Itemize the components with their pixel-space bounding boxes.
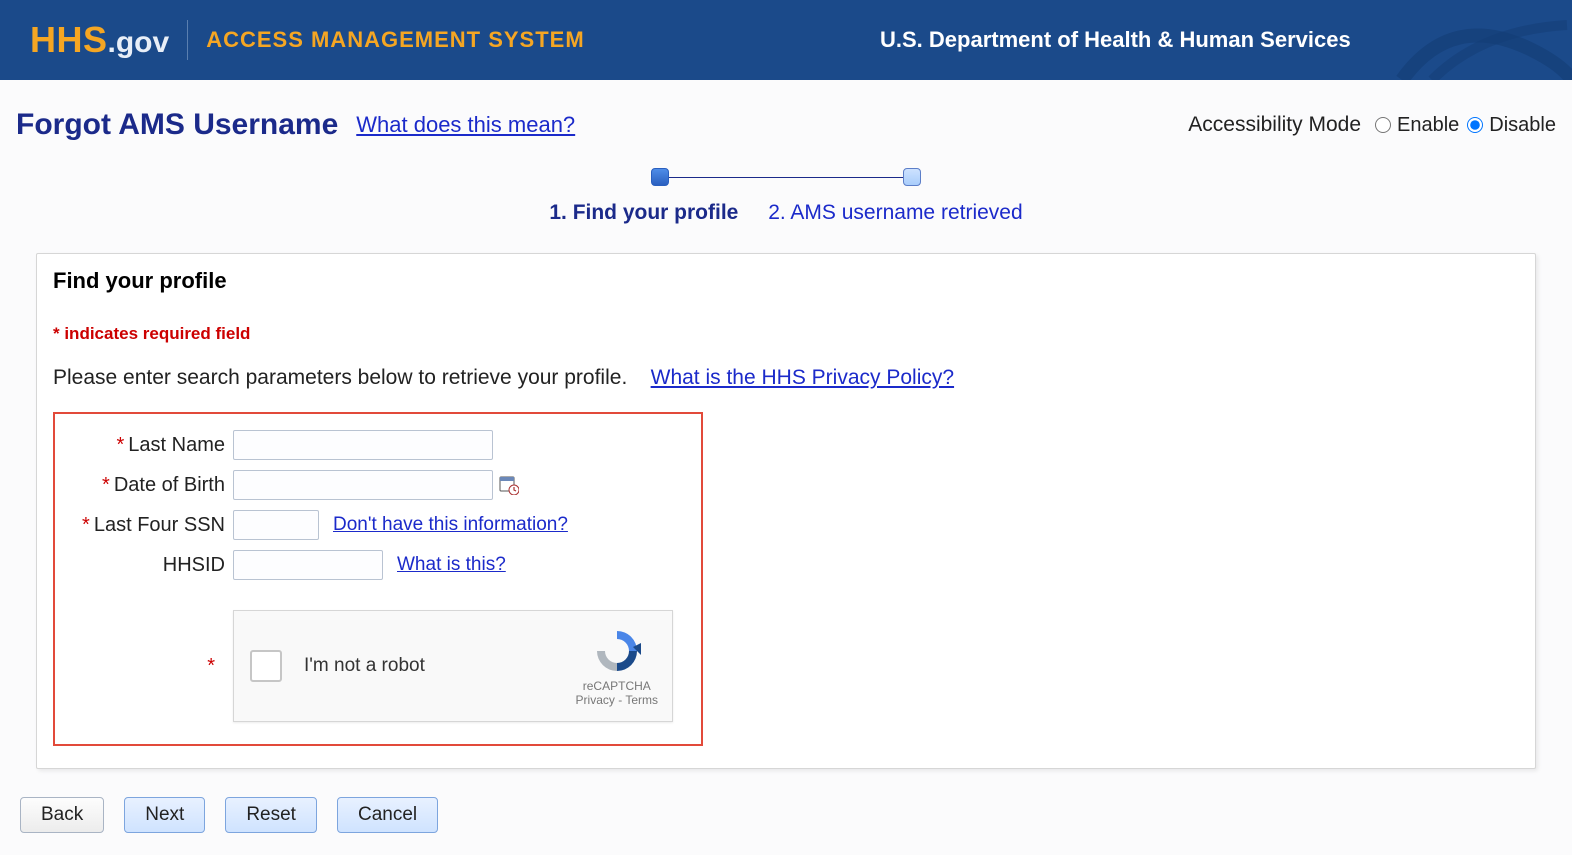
title-row: Forgot AMS Username What does this mean?… bbox=[0, 80, 1572, 150]
cancel-button[interactable]: Cancel bbox=[337, 797, 438, 833]
instruction-row: Please enter search parameters below to … bbox=[53, 366, 1519, 390]
step-2-label: 2. AMS username retrieved bbox=[768, 201, 1022, 224]
app-name: ACCESS MANAGEMENT SYSTEM bbox=[206, 27, 584, 53]
accessibility-enable-radio[interactable] bbox=[1375, 117, 1391, 133]
last-name-label: *Last Name bbox=[73, 434, 233, 457]
hhsid-help-link[interactable]: What is this? bbox=[397, 554, 506, 576]
instruction-text: Please enter search parameters below to … bbox=[53, 366, 627, 389]
hhsid-input[interactable] bbox=[233, 550, 383, 580]
last-name-row: *Last Name bbox=[73, 428, 683, 462]
step-node-1 bbox=[651, 168, 669, 186]
step-track bbox=[651, 168, 921, 188]
panel-title: Find your profile bbox=[53, 268, 1519, 294]
captcha-row: * I'm not a robot reCAPTCHA Privacy - Te… bbox=[73, 610, 683, 722]
recaptcha-brand-text: reCAPTCHA bbox=[576, 679, 658, 693]
hhsid-label: HHSID bbox=[73, 554, 233, 577]
accessibility-disable-option[interactable]: Disable bbox=[1467, 114, 1556, 137]
ssn-help-link[interactable]: Don't have this information? bbox=[333, 514, 568, 536]
recaptcha-branding: reCAPTCHA Privacy - Terms bbox=[576, 625, 658, 707]
department-name: U.S. Department of Health & Human Servic… bbox=[880, 27, 1351, 53]
recaptcha-widget[interactable]: I'm not a robot reCAPTCHA Privacy - Term… bbox=[233, 610, 673, 722]
next-button[interactable]: Next bbox=[124, 797, 205, 833]
last-name-input[interactable] bbox=[233, 430, 493, 460]
ssn-input[interactable] bbox=[233, 510, 319, 540]
recaptcha-logo-icon bbox=[576, 625, 658, 677]
find-profile-panel: Find your profile * indicates required f… bbox=[36, 253, 1536, 769]
step-labels: 1. Find your profile 2. AMS username ret… bbox=[0, 201, 1572, 225]
enable-label: Enable bbox=[1397, 114, 1459, 137]
accessibility-enable-option[interactable]: Enable bbox=[1375, 114, 1459, 137]
back-button[interactable]: Back bbox=[20, 797, 104, 833]
stepper: 1. Find your profile 2. AMS username ret… bbox=[0, 168, 1572, 225]
ssn-label: *Last Four SSN bbox=[73, 514, 233, 537]
logo-hhs-text: HHS bbox=[30, 19, 108, 61]
hhsid-row: HHSID What is this? bbox=[73, 548, 683, 582]
calendar-icon[interactable] bbox=[499, 475, 519, 495]
what-does-this-mean-link[interactable]: What does this mean? bbox=[356, 112, 575, 138]
logo-gov-text: .gov bbox=[108, 26, 170, 60]
dob-row: *Date of Birth bbox=[73, 468, 683, 502]
step-1-label: 1. Find your profile bbox=[549, 201, 738, 224]
button-row: Back Next Reset Cancel bbox=[0, 779, 1572, 851]
page-header: HHS .gov ACCESS MANAGEMENT SYSTEM U.S. D… bbox=[0, 0, 1572, 80]
header-decoration-icon bbox=[1392, 0, 1572, 80]
step-line bbox=[659, 177, 913, 178]
hhs-logo: HHS .gov bbox=[30, 19, 169, 61]
required-field-note: * indicates required field bbox=[53, 324, 1519, 344]
page-title: Forgot AMS Username bbox=[16, 108, 338, 142]
disable-label: Disable bbox=[1489, 114, 1556, 137]
recaptcha-label: I'm not a robot bbox=[304, 655, 425, 677]
recaptcha-legal-text: Privacy - Terms bbox=[576, 693, 658, 707]
dob-label: *Date of Birth bbox=[73, 474, 233, 497]
dob-input[interactable] bbox=[233, 470, 493, 500]
recaptcha-checkbox[interactable] bbox=[250, 650, 282, 682]
captcha-required-marker: * bbox=[73, 655, 233, 678]
header-divider bbox=[187, 20, 188, 60]
accessibility-disable-radio[interactable] bbox=[1467, 117, 1483, 133]
form-box: *Last Name *Date of Birth *Last Four SSN… bbox=[53, 412, 703, 746]
ssn-row: *Last Four SSN Don't have this informati… bbox=[73, 508, 683, 542]
privacy-policy-link[interactable]: What is the HHS Privacy Policy? bbox=[651, 366, 954, 389]
step-node-2 bbox=[903, 168, 921, 186]
accessibility-mode-label: Accessibility Mode bbox=[1188, 113, 1361, 137]
reset-button[interactable]: Reset bbox=[225, 797, 317, 833]
